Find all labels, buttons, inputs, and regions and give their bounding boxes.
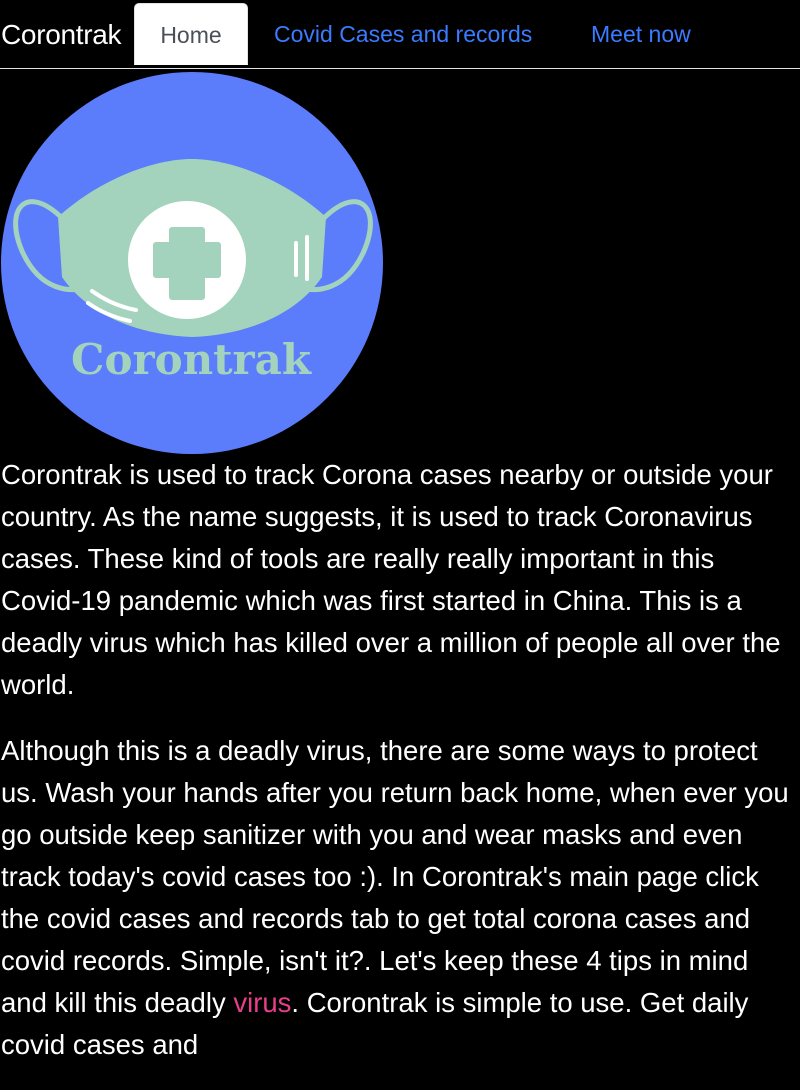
virus-link[interactable]: virus [233, 987, 291, 1018]
corontrak-logo: Corontrak [1, 72, 383, 454]
tab-meet-now[interactable]: Meet now [591, 3, 691, 65]
main-content: Corontrak is used to track Corona cases … [1, 454, 800, 1090]
brand-link[interactable]: Corontrak [1, 18, 122, 52]
tab-covid-cases-and-records[interactable]: Covid Cases and records [274, 3, 532, 65]
top-navbar: Corontrak Home Covid Cases and records M… [0, 0, 800, 69]
tips-paragraph-text: Although this is a deadly virus, there a… [1, 735, 789, 1018]
tips-paragraph: Although this is a deadly virus, there a… [1, 730, 800, 1066]
intro-paragraph: Corontrak is used to track Corona cases … [1, 459, 781, 700]
tab-home[interactable]: Home [134, 3, 248, 65]
logo-wordmark: Corontrak [71, 335, 312, 384]
